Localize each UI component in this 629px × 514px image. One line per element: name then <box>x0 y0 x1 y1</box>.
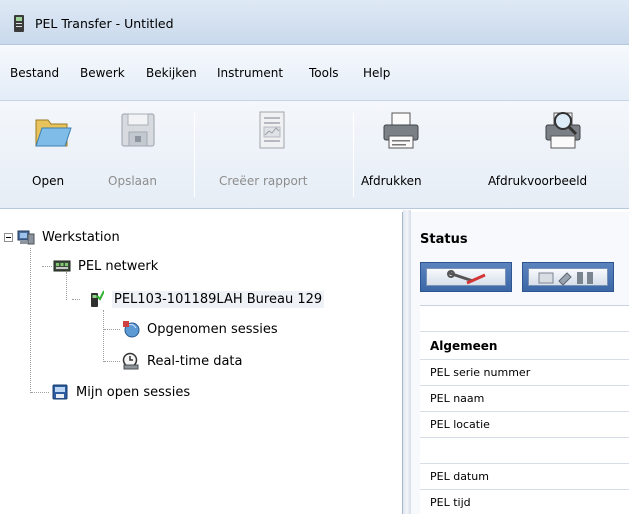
print-preview-button[interactable]: Afdrukvoorbeeld <box>486 101 629 209</box>
tree-item-pel-device[interactable]: PEL103-101189LAH Bureau 129 <box>86 288 325 310</box>
table-row: PEL naam <box>420 386 629 412</box>
menu-bewerk[interactable]: Bewerk <box>80 66 125 80</box>
save-button[interactable]: Opslaan <box>102 101 172 209</box>
tree-label: PEL103-101189LAH Bureau 129 <box>112 290 325 308</box>
tree-item-recorded-sessions[interactable]: Opgenomen sessies <box>122 318 280 340</box>
pel-device-icon <box>14 15 24 32</box>
instrument-settings-icon <box>538 272 593 286</box>
open-sessions-icon <box>52 384 68 400</box>
toolbar: Open Opslaan Creëer rapport Afdrukken Af… <box>0 101 629 209</box>
toolbar-separator <box>194 113 195 197</box>
print-preview-icon <box>545 112 581 149</box>
tree-connector <box>104 329 120 330</box>
realtime-data-icon <box>122 352 139 370</box>
menu-bar: Bestand Bewerk Bekijken Instrument Tools… <box>0 45 629 101</box>
tree-item-workstation[interactable]: Werkstation <box>4 226 122 248</box>
tree-connector <box>72 299 80 300</box>
print-button[interactable]: Afdrukken <box>360 101 444 209</box>
window-title: PEL Transfer - Untitled <box>35 16 174 31</box>
tree-label: Werkstation <box>42 229 120 245</box>
floppy-disk-icon <box>121 113 155 147</box>
open-button[interactable]: Open <box>28 101 78 209</box>
title-bar: PEL Transfer - Untitled <box>0 0 629 45</box>
tree-connector <box>31 392 49 393</box>
collapse-icon[interactable] <box>4 232 13 242</box>
create-report-label: Creëer rapport <box>219 174 308 188</box>
folder-open-icon <box>35 119 72 147</box>
pane-splitter[interactable] <box>403 210 411 514</box>
table-row: PEL serie nummer <box>420 360 629 386</box>
tree-label: Opgenomen sessies <box>147 321 278 337</box>
menu-help[interactable]: Help <box>363 66 390 80</box>
tree-connector <box>103 310 104 362</box>
tree-label: Mijn open sessies <box>76 384 191 400</box>
menu-instrument[interactable]: Instrument <box>217 66 283 80</box>
printer-icon <box>383 112 419 149</box>
tab-general-tools[interactable] <box>420 262 512 292</box>
status-title: Status <box>420 232 468 247</box>
recorded-sessions-icon <box>123 321 140 338</box>
create-report-button[interactable]: Creëer rapport <box>212 101 336 209</box>
menu-bekijken[interactable]: Bekijken <box>146 66 197 80</box>
tree-connector <box>42 266 52 267</box>
tree-label: Real-time data <box>147 353 243 369</box>
tree-item-open-sessions[interactable]: Mijn open sessies <box>51 381 192 403</box>
table-row: PEL datum <box>420 464 629 490</box>
tree-connector <box>104 361 120 362</box>
status-table: Algemeen PEL serie nummer PEL naam PEL l… <box>420 305 629 514</box>
table-row: PEL tijd <box>420 490 629 514</box>
open-label: Open <box>32 174 65 188</box>
print-preview-label: Afdrukvoorbeeld <box>488 174 588 188</box>
tree-item-realtime-data[interactable]: Real-time data <box>122 350 245 372</box>
table-row <box>420 438 629 464</box>
section-header: Algemeen <box>420 332 629 360</box>
save-label: Opslaan <box>108 174 157 188</box>
menu-tools[interactable]: Tools <box>309 66 339 80</box>
status-tab-strip <box>420 260 629 298</box>
tree-item-pel-network[interactable]: PEL netwerk <box>53 255 160 277</box>
toolbar-separator <box>353 113 354 197</box>
tools-icon <box>447 270 486 285</box>
report-document-icon <box>259 111 285 149</box>
workstation-icon <box>17 230 35 245</box>
network-icon <box>53 260 71 272</box>
tree-label: PEL netwerk <box>78 258 159 274</box>
menu-bestand[interactable]: Bestand <box>10 66 59 80</box>
tree-connector <box>30 248 31 393</box>
print-label: Afdrukken <box>361 174 422 188</box>
navigation-tree: Werkstation PEL netwerk PEL103-101189LAH… <box>0 212 403 514</box>
tab-instrument-settings[interactable] <box>522 262 614 292</box>
table-row <box>420 306 629 332</box>
status-panel: Status Algemeen PEL serie nummer PEL naa… <box>411 212 629 514</box>
table-row: PEL locatie <box>420 412 629 438</box>
pel-device-icon <box>91 290 104 307</box>
